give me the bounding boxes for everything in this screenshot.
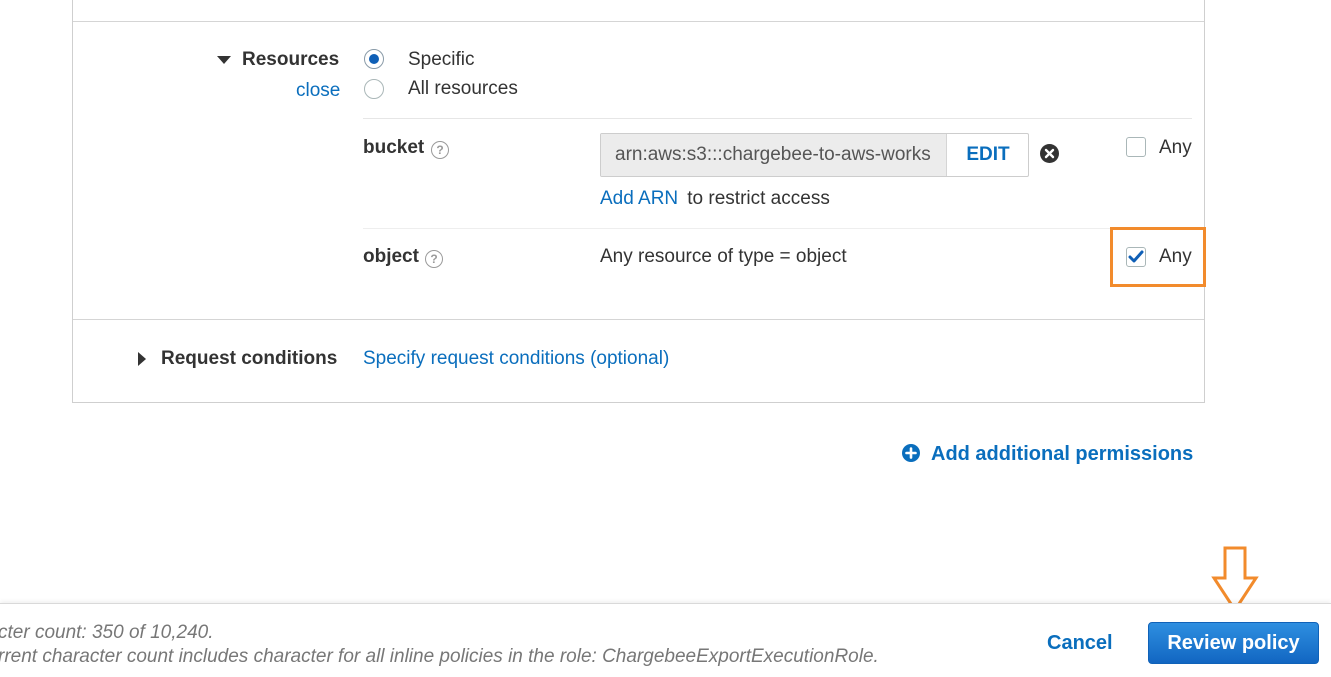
remove-arn-icon[interactable] [1040, 144, 1059, 163]
resources-divider [363, 118, 1192, 119]
request-conditions-label: Request conditions [161, 348, 338, 369]
object-any-label: Any [1159, 246, 1192, 267]
bucket-arn-value: arn:aws:s3:::chargebee-to-aws-works [601, 134, 947, 176]
review-policy-button[interactable]: Review policy [1148, 622, 1319, 664]
arn-edit-button[interactable]: EDIT [947, 134, 1028, 176]
caret-right-icon[interactable] [138, 352, 147, 366]
radio-specific-label: Specific [408, 49, 475, 70]
object-description: Any resource of type = object [600, 246, 847, 267]
character-count: cter count: 350 of 10,240. [0, 622, 214, 643]
bucket-arn-field: arn:aws:s3:::chargebee-to-aws-works EDIT [600, 133, 1029, 177]
resources-label: Resources [242, 49, 340, 70]
resources-close-link[interactable]: close [296, 80, 340, 102]
cancel-button[interactable]: Cancel [1047, 632, 1113, 655]
add-arn-link[interactable]: Add ARN [600, 188, 678, 210]
bucket-label: bucket [363, 137, 425, 158]
caret-down-icon[interactable] [217, 56, 231, 65]
character-count-note: rrent character count includes character… [0, 646, 879, 667]
add-permissions-link[interactable]: Add additional permissions [931, 443, 1193, 466]
object-help-icon[interactable]: ? [425, 250, 443, 268]
bucket-divider [363, 228, 1192, 229]
checkmark-icon [1128, 250, 1144, 263]
object-label: object [363, 246, 419, 267]
bucket-any-label: Any [1159, 137, 1192, 158]
top-divider [73, 21, 1204, 22]
object-any-checkbox[interactable] [1126, 247, 1146, 267]
add-arn-suffix: to restrict access [682, 188, 830, 209]
request-conditions-link[interactable]: Specify request conditions (optional) [363, 348, 669, 370]
radio-all-resources[interactable] [364, 79, 384, 99]
bucket-any-checkbox[interactable] [1126, 137, 1146, 157]
radio-specific[interactable] [364, 49, 384, 69]
radio-all-resources-label: All resources [408, 78, 518, 99]
conditions-divider [73, 319, 1204, 320]
add-circle-icon[interactable] [902, 444, 920, 462]
bucket-help-icon[interactable]: ? [431, 141, 449, 159]
